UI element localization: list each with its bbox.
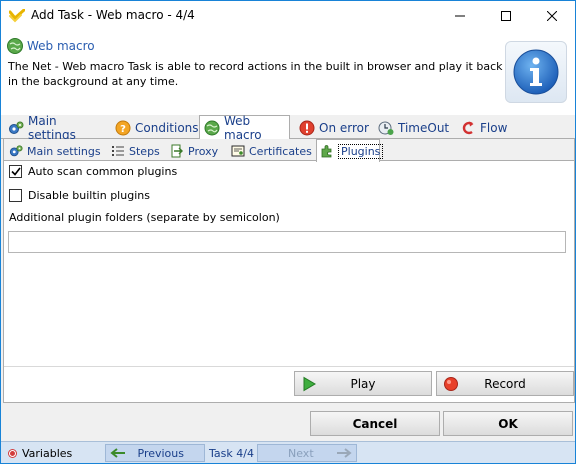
variables-label: Variables xyxy=(22,446,73,460)
svg-text:?: ? xyxy=(120,124,126,135)
sub-tab-strip: Main settings Steps Proxy Certificates P… xyxy=(4,139,574,162)
divider xyxy=(4,366,574,367)
previous-button[interactable]: Previous xyxy=(105,444,205,462)
title-bar: Add Task - Web macro - 4/4 xyxy=(1,1,575,31)
globe-icon xyxy=(204,120,220,136)
minimize-button[interactable] xyxy=(437,1,483,31)
web-macro-panel: Main settings Steps Proxy Certificates P… xyxy=(3,139,575,403)
tab-web-macro[interactable]: Web macro xyxy=(199,114,290,142)
maximize-button[interactable] xyxy=(483,1,529,31)
auto-scan-checkbox-row[interactable]: Auto scan common plugins xyxy=(9,165,177,178)
cancel-button[interactable]: Cancel xyxy=(310,411,440,436)
play-button[interactable]: Play xyxy=(294,371,432,396)
close-icon xyxy=(547,11,557,21)
variables-dot-icon xyxy=(9,449,16,457)
header-title: Web macro xyxy=(27,39,95,53)
previous-label: Previous xyxy=(137,446,185,460)
proxy-icon xyxy=(171,144,183,158)
checkmark-icon xyxy=(10,167,21,176)
tab-label: Main settings xyxy=(28,114,76,142)
flow-icon xyxy=(462,121,474,135)
arrow-right-icon xyxy=(337,448,352,458)
tab-flow[interactable]: Flow xyxy=(456,117,516,139)
tab-label: TimeOut xyxy=(398,121,450,135)
task-counter: Task 4/4 xyxy=(209,446,254,460)
disable-builtin-checkbox-row[interactable]: Disable builtin plugins xyxy=(9,189,150,202)
auto-scan-label: Auto scan common plugins xyxy=(28,165,178,178)
maximize-icon xyxy=(501,11,511,21)
tab-timeout[interactable]: TimeOut xyxy=(374,117,454,139)
next-button[interactable]: Next xyxy=(257,444,357,462)
subtab-label: Steps xyxy=(129,144,160,158)
gears-icon xyxy=(9,145,23,157)
tab-on-error[interactable]: On error xyxy=(295,117,369,139)
info-icon xyxy=(505,41,567,103)
header-description: The Net - Web macro Task is able to reco… xyxy=(8,60,503,88)
subtab-label: Proxy xyxy=(188,144,219,158)
tab-conditions[interactable]: ? Conditions xyxy=(111,117,199,139)
disable-builtin-checkbox[interactable] xyxy=(9,189,22,202)
subtab-certificates[interactable]: Certificates xyxy=(228,141,314,161)
plugin-folders-label: Additional plugin folders (separate by s… xyxy=(9,211,280,224)
globe-icon xyxy=(7,38,23,54)
tab-label: Web macro xyxy=(224,114,262,142)
subtab-plugins[interactable]: Plugins xyxy=(316,139,384,162)
record-icon xyxy=(444,377,458,391)
ok-button[interactable]: OK xyxy=(443,411,573,436)
add-task-window: Add Task - Web macro - 4/4 Web macro The… xyxy=(0,0,576,464)
app-logo-icon xyxy=(9,9,25,23)
minimize-icon xyxy=(455,15,465,17)
play-icon xyxy=(303,376,316,392)
arrow-left-icon xyxy=(110,448,125,458)
timeout-icon xyxy=(378,121,394,135)
subtab-label: Certificates xyxy=(249,144,312,158)
window-title: Add Task - Web macro - 4/4 xyxy=(31,8,195,22)
record-button[interactable]: Record xyxy=(436,371,574,396)
variables-button[interactable]: Variables xyxy=(9,444,72,462)
auto-scan-checkbox[interactable] xyxy=(9,165,22,178)
main-tab-strip: Main settings ? Conditions Web macro On … xyxy=(1,114,575,142)
subtab-label: Main settings xyxy=(27,144,101,158)
task-header: Web macro The Net - Web macro Task is ab… xyxy=(1,31,575,115)
disable-builtin-label: Disable builtin plugins xyxy=(28,189,150,202)
plugin-icon xyxy=(321,145,332,158)
next-label: Next xyxy=(288,446,314,460)
plugin-folders-input[interactable] xyxy=(8,231,566,253)
tab-label: Flow xyxy=(480,121,508,135)
error-icon xyxy=(299,120,315,136)
gears-icon xyxy=(9,121,24,134)
subtab-proxy[interactable]: Proxy xyxy=(167,141,221,161)
list-icon xyxy=(112,146,124,156)
subtab-steps[interactable]: Steps xyxy=(108,141,164,161)
close-button[interactable] xyxy=(529,1,575,31)
subtab-main-settings[interactable]: Main settings xyxy=(6,141,102,161)
question-icon: ? xyxy=(115,120,131,136)
tab-main-settings[interactable]: Main settings xyxy=(4,114,106,142)
info-circle-icon xyxy=(513,49,559,95)
tab-label: On error xyxy=(319,121,369,135)
subtab-label: Plugins xyxy=(338,143,384,159)
tab-label: Conditions xyxy=(135,121,199,135)
certificate-icon xyxy=(231,145,245,157)
task-navigation-bar: Variables Previous Task 4/4 Next xyxy=(1,441,575,463)
